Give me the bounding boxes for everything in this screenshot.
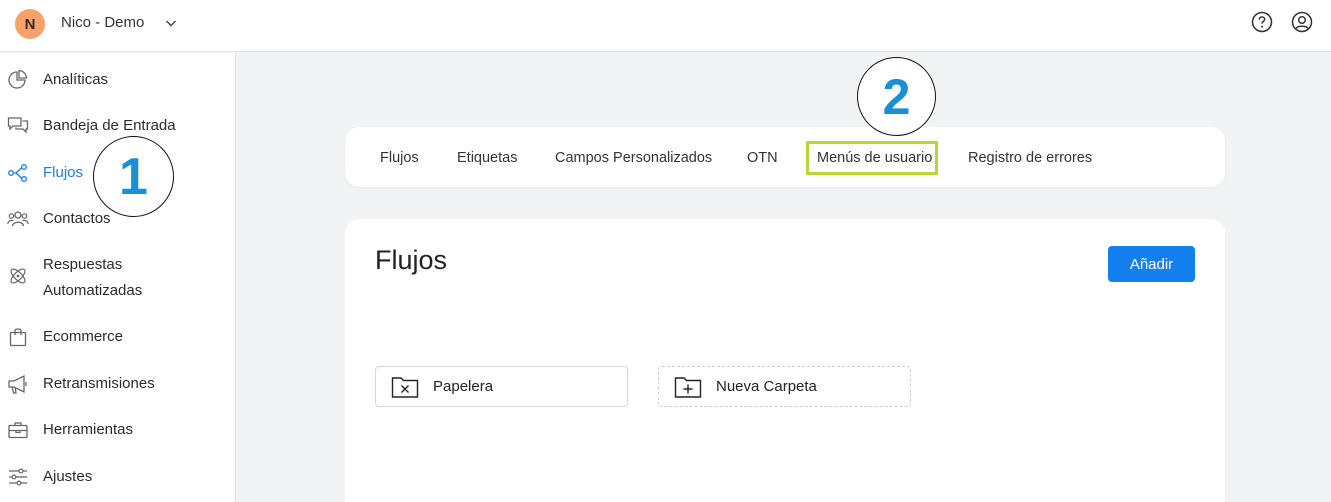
help-icon[interactable] [1251,11,1273,33]
chevron-down-icon[interactable] [163,15,179,31]
sidebar-item-ecommerce[interactable]: Ecommerce [0,324,235,354]
sidebar-item-label: Retransmisiones [43,375,155,392]
callout-number-1: 1 [93,136,174,217]
tab-otn[interactable]: OTN [747,150,778,166]
flow-nodes-icon [8,164,27,182]
sliders-icon [9,468,27,486]
tab-campos-personalizados[interactable]: Campos Personalizados [555,150,712,166]
sidebar-item-label: Bandeja de Entrada [43,117,176,134]
sidebar-item-respuestas[interactable]: Respuestas Automatizadas [0,252,235,306]
new-folder-button[interactable]: Nueva Carpeta [658,366,911,407]
tab-flujos[interactable]: Flujos [380,150,419,166]
user-circle-icon[interactable] [1291,11,1313,33]
add-button[interactable]: Añadir [1108,246,1195,282]
trash-folder-icon [391,377,419,398]
sidebar-item-label: Analíticas [43,71,109,88]
sidebar-item-retransmisiones[interactable]: Retransmisiones [0,371,235,401]
sidebar-item-label: Ecommerce [43,328,124,345]
sidebar-item-ajustes[interactable]: Ajustes [0,464,235,494]
people-icon [7,211,29,227]
page-title: Flujos [375,245,448,275]
toolbox-icon [8,422,28,439]
megaphone-icon [8,374,27,394]
chat-bubbles-icon [7,117,29,134]
sidebar-item-herramientas[interactable]: Herramientas [0,417,235,447]
tab-etiquetas[interactable]: Etiquetas [457,150,517,166]
sidebar-item-label: Ajustes [43,468,93,485]
atom-icon [10,268,26,284]
top-bar: N Nico - Demo [0,0,1331,52]
tab-registro-de-errores[interactable]: Registro de errores [968,150,1092,166]
sidebar: Analíticas Bandeja de Entrada Flujos Con… [0,53,236,502]
sidebar-item-label: Herramientas [43,421,134,438]
sidebar-item-label: Flujos [43,164,84,181]
workspace-name[interactable]: Nico - Demo [61,14,144,31]
trash-folder[interactable]: Papelera [375,366,628,407]
sidebar-item-label-line2: Automatizadas [43,282,143,299]
flows-panel [345,219,1225,502]
callout-number-2: 2 [857,57,936,136]
tab-highlight-box [806,141,938,175]
new-folder-icon [674,377,702,398]
sidebar-item-label-line1: Respuestas [43,256,123,273]
pie-chart-icon [8,69,28,89]
sidebar-item-label: Contactos [43,210,111,227]
workspace-avatar[interactable]: N [15,9,45,39]
folder-label: Nueva Carpeta [716,378,817,395]
folder-label: Papelera [433,378,494,395]
sidebar-item-analiticas[interactable]: Analíticas [0,67,235,97]
shopping-bag-icon [9,328,27,347]
